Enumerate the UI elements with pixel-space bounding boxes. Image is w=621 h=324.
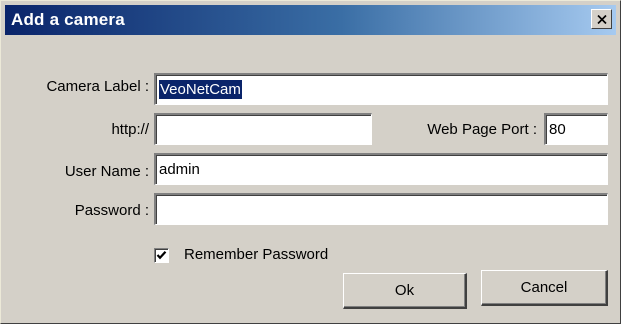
user-name-value: admin [159, 161, 200, 178]
http-input[interactable] [154, 113, 372, 145]
close-icon [596, 14, 607, 24]
camera-label-input[interactable]: VeoNetCam [154, 73, 608, 105]
remember-password-checkbox[interactable] [154, 248, 169, 263]
add-camera-dialog: Add a camera Camera Label : VeoNetCam ht… [0, 0, 621, 324]
cancel-button[interactable]: Cancel [481, 270, 608, 306]
web-page-port-input[interactable]: 80 [544, 113, 608, 145]
http-label: http:// [111, 121, 149, 138]
dialog-title: Add a camera [11, 10, 125, 29]
camera-label-label: Camera Label : [46, 78, 149, 95]
web-page-port-label: Web Page Port : [427, 121, 537, 138]
web-page-port-value: 80 [549, 121, 566, 138]
close-button[interactable] [591, 9, 612, 29]
password-input[interactable] [154, 193, 608, 225]
password-label: Password : [74, 202, 149, 219]
user-name-label: User Name : [64, 163, 149, 180]
title-bar[interactable]: Add a camera [5, 5, 616, 35]
checkmark-icon [156, 251, 167, 260]
user-name-input[interactable]: admin [154, 153, 608, 185]
ok-button[interactable]: Ok [343, 273, 467, 309]
remember-password-label[interactable]: Remember Password [184, 246, 328, 263]
camera-label-value: VeoNetCam [159, 80, 242, 99]
